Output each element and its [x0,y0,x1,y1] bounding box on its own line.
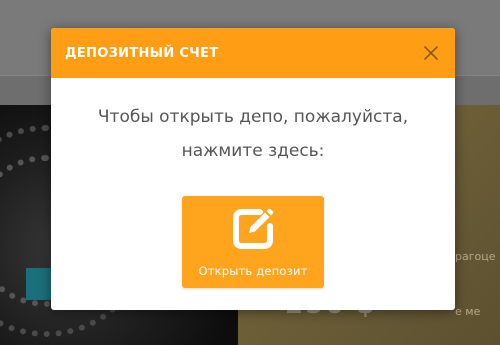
open-deposit-button[interactable]: Открыть депозит [182,196,324,288]
edit-icon [233,208,274,249]
modal-title: ДЕПОЗИТНЫЙ СЧЕТ [65,45,219,61]
background-text: е ме [455,305,481,318]
deposit-modal: ДЕПОЗИТНЫЙ СЧЕТ Чтобы открыть депо, пожа… [51,28,455,310]
close-icon[interactable] [423,45,439,61]
modal-message-line1: Чтобы открыть депо, пожалуйста, [97,107,409,127]
open-deposit-button-label: Открыть депозит [198,264,308,278]
modal-body: Чтобы открыть депо, пожалуйста, нажмите … [51,78,455,288]
modal-header: ДЕПОЗИТНЫЙ СЧЕТ [51,28,455,78]
background-text: рагоце [455,250,496,263]
modal-message-line2: нажмите здесь: [181,141,325,161]
